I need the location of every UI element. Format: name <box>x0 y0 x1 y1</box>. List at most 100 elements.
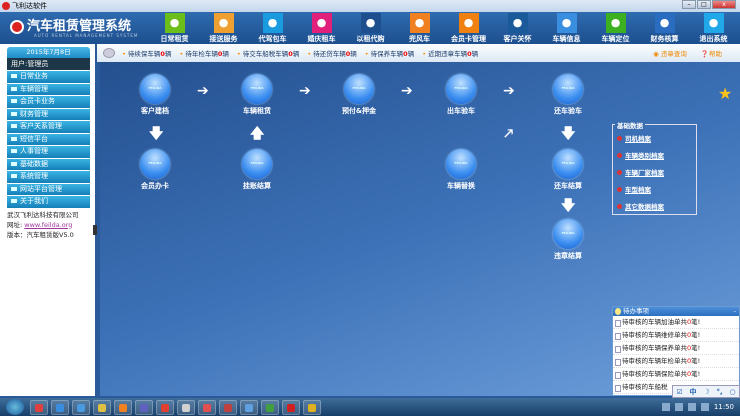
flow-node[interactable]: FEILIDA 违章结算 <box>538 219 598 261</box>
todo-item[interactable]: 待审核的车辆年检单共0笔! <box>613 355 739 368</box>
taskbar-app-button[interactable] <box>177 399 195 415</box>
nav-item[interactable]: ● 接送服务 <box>199 12 248 44</box>
basic-data-link[interactable]: 车辆厂家档案 <box>617 165 696 182</box>
app-icon <box>266 403 274 412</box>
favorite-star-icon[interactable]: ★ <box>718 84 732 103</box>
sidebar-menu-item[interactable]: 车辆管理 <box>7 83 90 95</box>
sidebar-collapse-handle[interactable] <box>93 225 97 235</box>
nav-item[interactable]: ● 以租代购 <box>346 12 395 44</box>
start-button[interactable] <box>6 399 24 415</box>
help-link[interactable]: ❓帮助 <box>701 48 722 58</box>
ime-settings-icon[interactable]: ○ <box>729 388 735 396</box>
flow-node[interactable]: FEILIDA 会员办卡 <box>125 149 185 191</box>
basic-data-link[interactable]: 车辆类别档案 <box>617 148 696 165</box>
nav-item[interactable]: ● 客户关怀 <box>493 12 542 44</box>
nav-item[interactable]: ● 兜风车 <box>395 12 444 44</box>
todo-item[interactable]: 待审核的车辆维修单共0笔! <box>613 329 739 342</box>
arrow-right-icon: ➔ <box>299 83 311 99</box>
website-link[interactable]: www.feilda.org <box>24 221 72 229</box>
taskbar-app-button[interactable] <box>93 399 111 415</box>
nav-item[interactable]: ● 退出系统 <box>689 12 738 44</box>
app-icon <box>140 403 148 412</box>
flow-node[interactable]: FEILIDA 车辆替换 <box>431 149 491 191</box>
flow-node[interactable]: FEILIDA 预付&押金 <box>329 74 389 116</box>
flow-node[interactable]: FEILIDA 车辆租赁 <box>227 74 287 116</box>
nav-item[interactable]: ● 车辆信息 <box>542 12 591 44</box>
ime-moon-icon[interactable]: ☽ <box>703 388 709 396</box>
ime-check-icon[interactable]: ☑ <box>676 388 682 396</box>
taskbar-app-button[interactable] <box>261 399 279 415</box>
taskbar-app-button[interactable] <box>282 399 300 415</box>
arrow-right-icon: ➔ <box>503 83 515 99</box>
sidebar-menu-item[interactable]: 基础数据 <box>7 158 90 170</box>
taskbar-app-button[interactable] <box>51 399 69 415</box>
nav-item[interactable]: ● 日常租赁 <box>150 12 199 44</box>
taskbar-app-button[interactable] <box>156 399 174 415</box>
flow-node-label: 车辆替换 <box>447 182 475 190</box>
ime-lang-button[interactable]: 中 <box>690 387 697 397</box>
sidebar-menu-item[interactable]: 客户关系管理 <box>7 121 90 133</box>
brand-subtitle: AUTO RENTAL MANAGEMENT SYSTEM <box>34 33 139 38</box>
todo-text: 待审核的车辆保险单共 <box>622 370 687 378</box>
minimize-button[interactable]: – <box>682 0 696 9</box>
todo-item[interactable]: 待审核的车辆保险单共0笔! <box>613 368 739 381</box>
flow-node[interactable]: FEILIDA 出车验车 <box>431 74 491 116</box>
nav-label: 日常租赁 <box>160 35 189 43</box>
tray-icon[interactable] <box>661 403 670 411</box>
notice-item[interactable]: 待还贷车辆0辆 <box>307 48 357 58</box>
brand-title: 汽车租赁管理系统 <box>27 19 132 34</box>
notice-item[interactable]: 待保养车辆0辆 <box>365 48 415 58</box>
violation-query-link[interactable]: ◉ 违章查询 <box>653 48 687 58</box>
network-icon[interactable] <box>687 403 696 411</box>
sidebar-menu-item[interactable]: 短信平台 <box>7 133 90 145</box>
nav-item[interactable]: ● 财务核算 <box>640 12 689 44</box>
sidebar-menu-item[interactable]: 人事管理 <box>7 146 90 158</box>
sidebar-menu-item[interactable]: 日常业务 <box>7 71 90 83</box>
taskbar-app-button[interactable] <box>198 399 216 415</box>
notice-item[interactable]: 待交车船税车辆0辆 <box>237 48 300 58</box>
taskbar-app-button[interactable] <box>114 399 132 415</box>
nav-item[interactable]: ● 会员卡管理 <box>444 12 493 44</box>
todo-item[interactable]: 待审核的车辆加油单共0笔! <box>613 316 739 329</box>
taskbar-app-button[interactable] <box>72 399 90 415</box>
taskbar-app-button[interactable] <box>30 399 48 415</box>
ime-punct-icon[interactable]: °, <box>716 388 722 396</box>
nav-label: 车辆定位 <box>601 35 630 43</box>
taskbar-app-button[interactable] <box>240 399 258 415</box>
arrow-right-icon: ➔ <box>401 83 413 99</box>
notice-item[interactable]: 待续保车辆0辆 <box>122 48 172 58</box>
flow-node[interactable]: FEILIDA 还车结算 <box>538 149 598 191</box>
basic-data-link[interactable]: 司机档案 <box>617 131 696 148</box>
flow-node-icon: FEILIDA <box>140 149 170 179</box>
arrow-right-icon: ➔ <box>197 83 209 99</box>
sidebar-menu-item[interactable]: 关于我们 <box>7 196 90 208</box>
todo-item[interactable]: 待审核的车辆保养单共0笔! <box>613 342 739 355</box>
basic-data-link[interactable]: 车型档案 <box>617 182 696 199</box>
sidebar-menu-item[interactable]: 系统管理 <box>7 171 90 183</box>
sidebar-menu-item[interactable]: 会员卡业务 <box>7 96 90 108</box>
nav-item[interactable]: ● 车辆定位 <box>591 12 640 44</box>
close-button[interactable]: x <box>712 0 736 9</box>
todo-minimize-button[interactable]: - <box>734 307 736 316</box>
sidebar-menu-item[interactable]: 财务管理 <box>7 108 90 120</box>
notice-item[interactable]: 近期违章车辆0辆 <box>422 48 478 58</box>
flow-node-icon: FEILIDA <box>242 74 272 104</box>
volume-icon[interactable] <box>700 403 709 411</box>
flow-node[interactable]: FEILIDA 还车验车 <box>538 74 598 116</box>
taskbar-app-button[interactable] <box>303 399 321 415</box>
flow-node[interactable]: FEILIDA 客户建档 <box>125 74 185 116</box>
taskbar-app-button[interactable] <box>135 399 153 415</box>
taskbar-app-button[interactable] <box>219 399 237 415</box>
nav-item[interactable]: ● 代驾包车 <box>248 12 297 44</box>
nav-item[interactable]: ● 婚庆租车 <box>297 12 346 44</box>
notice-text: 待交车船税车辆 <box>242 50 289 58</box>
notice-item[interactable]: 待年检车辆0辆 <box>179 48 229 58</box>
sidebar-menu-item[interactable]: 网站平台管理 <box>7 183 90 195</box>
clock[interactable]: 11:50 <box>714 403 734 411</box>
flow-node[interactable]: FEILIDA 挂账结算 <box>227 149 287 191</box>
basic-data-link[interactable]: 其它数据档案 <box>617 199 696 216</box>
maximize-button[interactable]: □ <box>697 0 711 9</box>
ime-toolbar: ☑ 中 ☽ °, ○ <box>672 385 740 398</box>
nav-label: 客户关怀 <box>503 35 532 43</box>
tray-icon[interactable] <box>674 403 683 411</box>
